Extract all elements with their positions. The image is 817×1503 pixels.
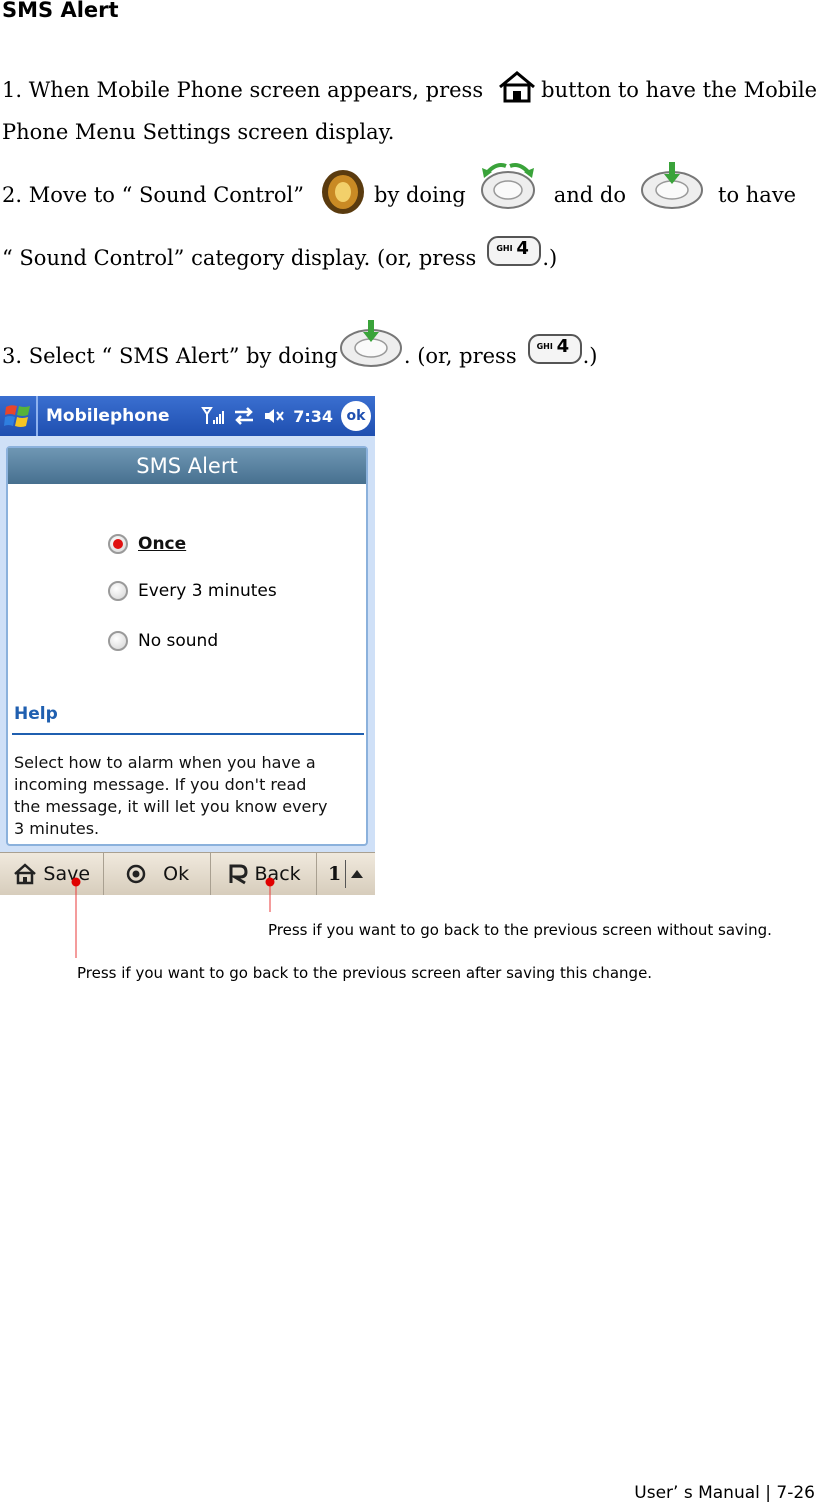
step-3-line: 3. Select “ SMS Alert” by doing . (or, p… — [2, 320, 598, 375]
step-2-text-a: 2. Move to “ Sound Control” — [2, 182, 304, 207]
help-line: 3 minutes. — [14, 819, 100, 838]
key-4-icon: GHI 4 — [527, 332, 583, 366]
clock: 7:34 — [293, 406, 333, 426]
back-annotation: Press if you want to go back to the prev… — [268, 921, 772, 939]
navpad-rotate-icon — [476, 158, 540, 217]
up-arrow-icon — [351, 870, 364, 878]
help-divider — [12, 733, 364, 735]
signal-icon — [201, 407, 225, 424]
radio-unchecked-icon[interactable] — [108, 631, 128, 651]
save-callout-dot — [71, 877, 81, 887]
help-text: Select how to alarm when you have a inco… — [14, 752, 359, 840]
start-button[interactable] — [0, 396, 38, 436]
ok-button[interactable]: ok — [341, 401, 371, 431]
back-callout-dot — [265, 877, 275, 887]
save-annotation: Press if you want to go back to the prev… — [77, 964, 653, 982]
step-1-line-1: 1. When Mobile Phone screen appears, pre… — [2, 70, 817, 109]
option-no-sound[interactable]: No sound — [108, 631, 218, 651]
home-icon — [497, 70, 537, 109]
page-heading: SMS Alert — [2, 0, 119, 22]
option-label: Every 3 minutes — [138, 581, 277, 601]
step-1-line-2: Phone Menu Settings screen display. — [2, 120, 394, 144]
step-1-text-a: 1. When Mobile Phone screen appears, pre… — [2, 77, 484, 102]
option-label: Once — [138, 534, 187, 554]
screen-title: SMS Alert — [8, 448, 366, 484]
step-1-text-c: Phone Menu Settings screen display. — [2, 120, 395, 144]
help-line: incoming message. If you don't read — [14, 775, 307, 794]
speaker-muted-icon — [265, 409, 285, 423]
help-title: Help — [14, 704, 58, 724]
speaker-icon — [320, 168, 366, 221]
navpad-press-icon — [338, 316, 404, 375]
option-label: No sound — [138, 631, 219, 651]
connectivity-icon — [235, 407, 254, 425]
step-2-text-c: and do — [553, 182, 627, 207]
key-4-icon: GHI 4 — [486, 234, 542, 268]
status-area: 7:34 ok — [201, 401, 371, 431]
help-line: Select how to alarm when you have a — [14, 753, 316, 772]
option-once[interactable]: Once — [108, 534, 186, 554]
title-bar: Mobilephone 7:34 ok — [0, 396, 375, 436]
navpad-press-icon — [638, 158, 706, 217]
option-every-3-minutes[interactable]: Every 3 minutes — [108, 581, 277, 601]
step-2-text-e: “ Sound Control” category display. (or, … — [2, 246, 477, 270]
step-2-line-1: 2. Move to “ Sound Control” by doing and… — [2, 162, 797, 221]
phone-screenshot: Mobilephone 7:34 ok SMS Alert Once Every… — [0, 396, 375, 895]
radio-checked-icon[interactable] — [108, 534, 128, 554]
step-2-text-f: .) — [542, 246, 558, 270]
settings-panel: SMS Alert Once Every 3 minutes No sound … — [6, 446, 368, 846]
windows-flag-icon — [4, 405, 30, 427]
app-name: Mobilephone — [46, 406, 170, 426]
step-2-text-b: by doing — [374, 182, 466, 207]
screen-body: SMS Alert Once Every 3 minutes No sound … — [0, 436, 375, 852]
page-number: 1 — [328, 863, 342, 885]
page-footer: User’ s Manual | 7-26 — [634, 1483, 815, 1503]
step-3-text-b: . (or, press — [403, 343, 517, 368]
step-2-text-d: to have — [718, 182, 797, 207]
step-1-text-b: button to have the Mobile — [541, 77, 817, 102]
step-3-text-a: 3. Select “ SMS Alert” by doing — [2, 343, 338, 368]
step-3-text-c: .) — [582, 343, 598, 368]
help-line: the message, it will let you know every — [14, 797, 328, 816]
radio-unchecked-icon[interactable] — [108, 581, 128, 601]
step-2-line-2: “ Sound Control” category display. (or, … — [2, 236, 558, 270]
annotation-lines — [71, 877, 275, 958]
page-indicator[interactable]: 1 — [317, 853, 375, 895]
